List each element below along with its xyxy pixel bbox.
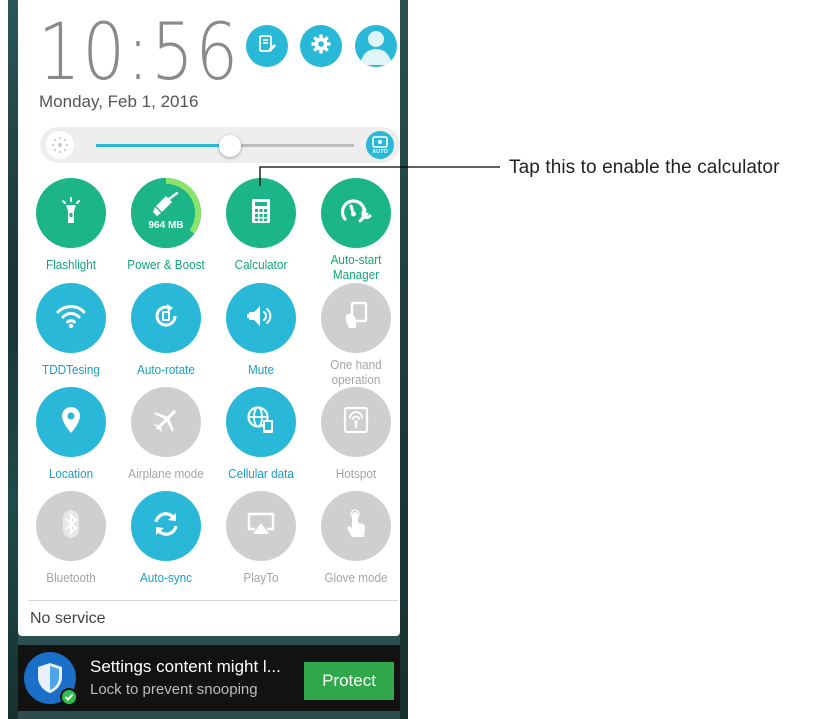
screenshot: 10:56 Monday, Feb 1, 2016 AUTO Flashligh… <box>0 0 827 719</box>
callout-text: Tap this to enable the calculator <box>509 157 780 178</box>
callout-leader-line <box>259 166 500 186</box>
